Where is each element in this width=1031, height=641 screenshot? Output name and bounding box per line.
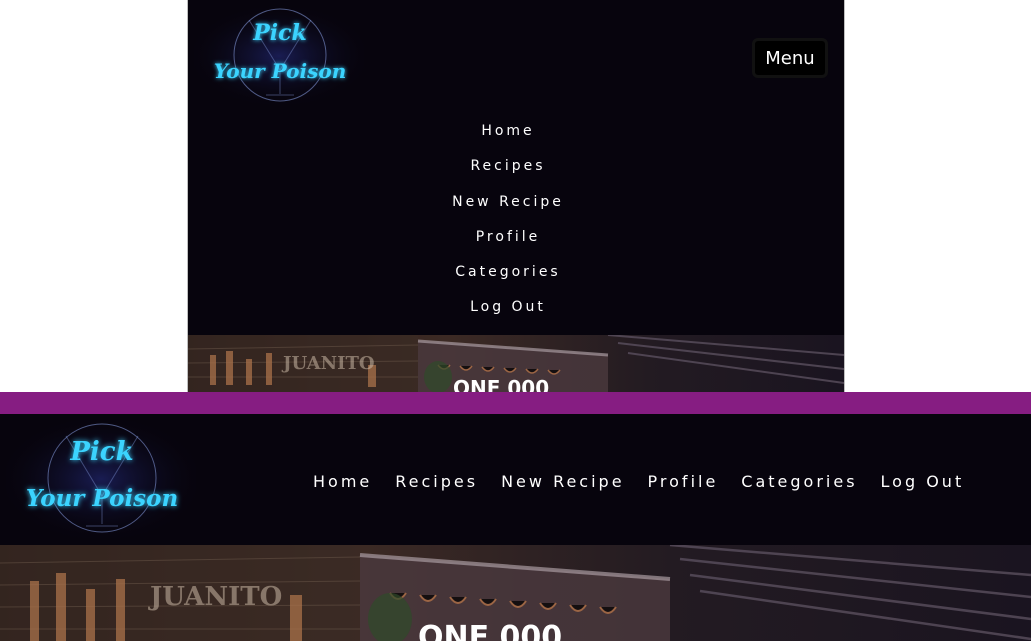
bar-sign-text: JUANITO	[281, 353, 375, 374]
site-logo[interactable]: Pick Your Poison	[194, 8, 364, 104]
bar-sign-text: JUANITO	[148, 582, 282, 612]
mobile-view: Pick Your Poison Menu Home Recipes New R…	[188, 0, 844, 392]
section-divider	[0, 392, 1031, 414]
mobile-nav-menu: Home Recipes New Recipe Profile Categori…	[188, 114, 828, 326]
nav-home-link[interactable]: Home	[313, 472, 372, 491]
logo-line1: Pick	[69, 437, 133, 467]
nav-home-link[interactable]: Home	[188, 114, 828, 149]
logo-icon: Pick Your Poison	[6, 420, 196, 538]
hero-sign-text: ONE 000	[453, 376, 549, 392]
site-logo-desktop[interactable]: Pick Your Poison	[6, 420, 196, 538]
screenshot-stage: Pick Your Poison Menu Home Recipes New R…	[0, 0, 1031, 641]
nav-log-out-link[interactable]: Log Out	[881, 472, 965, 491]
nav-new-recipe-link[interactable]: New Recipe	[501, 472, 624, 491]
nav-recipes-link[interactable]: Recipes	[395, 472, 478, 491]
nav-profile-link[interactable]: Profile	[188, 220, 828, 255]
logo-line1: Pick	[252, 20, 307, 46]
nav-recipes-link[interactable]: Recipes	[188, 149, 828, 184]
nav-log-out-link[interactable]: Log Out	[188, 290, 828, 325]
desktop-nav-menu: Home Recipes New Recipe Profile Categori…	[313, 472, 964, 491]
nav-categories-link[interactable]: Categories	[188, 255, 828, 290]
nav-profile-link[interactable]: Profile	[648, 472, 719, 491]
hero-image: JUANITO ONE 000	[188, 335, 844, 392]
bar-photo-image: JUANITO ONE 000	[188, 335, 844, 392]
desktop-view: Pick Your Poison Home Recipes New Recipe…	[0, 414, 1031, 641]
bar-photo-image: JUANITO ONE 000	[0, 545, 1031, 641]
logo-icon: Pick Your Poison	[194, 8, 364, 104]
nav-new-recipe-link[interactable]: New Recipe	[188, 185, 828, 220]
logo-line2: Your Poison	[26, 485, 178, 512]
hero-sign-text: ONE 000	[418, 620, 562, 641]
hero-image: JUANITO ONE 000	[0, 545, 1031, 641]
menu-toggle-button[interactable]: Menu	[752, 38, 828, 78]
nav-categories-link[interactable]: Categories	[741, 472, 857, 491]
logo-line2: Your Poison	[214, 59, 347, 83]
